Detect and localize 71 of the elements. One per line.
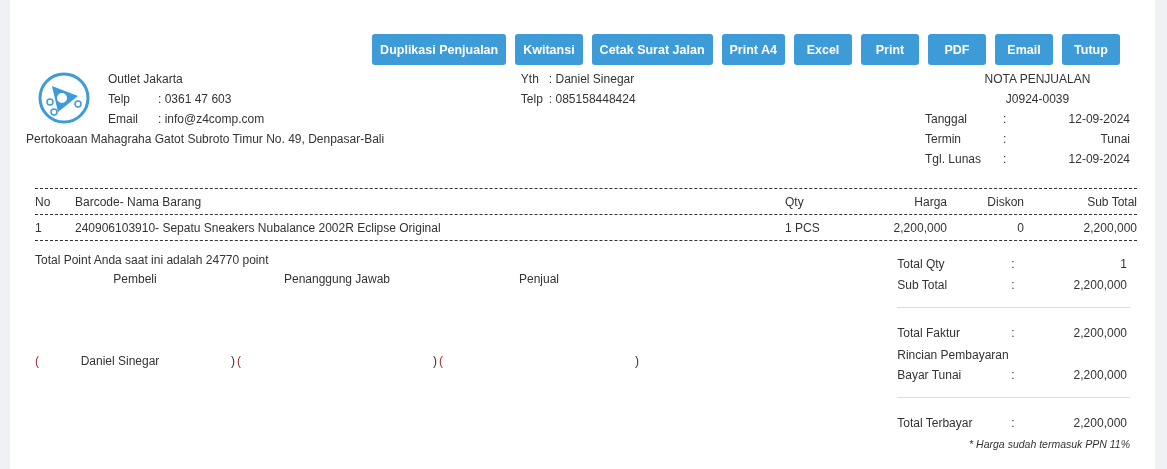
- table-cell-text: 2,200,000: [1082, 220, 1137, 235]
- summary-value: 2,200,000: [1072, 415, 1127, 430]
- separator: :: [1011, 367, 1016, 382]
- logo-icon: [38, 72, 90, 124]
- parenthesis: (: [35, 354, 39, 368]
- tax-note: * Harga sudah termasuk PPN 11%: [968, 438, 1130, 450]
- field-value: : info@z4comp.com: [158, 112, 265, 126]
- separator: :: [1011, 277, 1016, 292]
- field-label: Tgl. Lunas: [924, 152, 982, 166]
- separator: :: [1011, 325, 1016, 340]
- field-label: Telp: [520, 92, 544, 106]
- parenthesis: ): [231, 354, 235, 368]
- action-button[interactable]: Print: [861, 34, 919, 65]
- action-button[interactable]: Excel: [794, 34, 852, 65]
- separator: :: [1002, 132, 1008, 146]
- action-button[interactable]: Cetak Surat Jalan: [591, 34, 713, 65]
- field-label: Yth: [520, 72, 540, 86]
- signature-label: Pembeli: [112, 272, 158, 288]
- column-header: Barcode- Nama Barang: [75, 194, 203, 209]
- separator: :: [1002, 152, 1008, 166]
- column-header: Qty: [785, 194, 805, 209]
- field-value: : 085158448424: [548, 92, 636, 106]
- summary-value: 2,200,000: [1072, 367, 1127, 382]
- signature-label: Penanggung Jawab: [282, 272, 392, 288]
- action-button[interactable]: Duplikasi Penjualan: [372, 34, 507, 65]
- parenthesis: ): [635, 354, 639, 368]
- column-header: Sub Total: [1086, 194, 1137, 209]
- points-text: Total Point Anda saat ini adalah 24770 point: [35, 253, 270, 267]
- table-cell-text: 2,200,000: [892, 220, 947, 235]
- field-value: : 0361 47 603: [158, 92, 232, 106]
- separator: :: [1011, 256, 1016, 271]
- action-button[interactable]: Print A4: [721, 34, 785, 65]
- table-cell-text: 240906103910- Sepatu Sneakers Nubalance 2002R Eclipse Original: [75, 220, 442, 235]
- field-label: Termin: [924, 132, 962, 146]
- column-header: No: [35, 194, 52, 209]
- table-cell-text: 1: [35, 220, 43, 235]
- summary-label: Total Terbayar: [897, 415, 974, 430]
- summary-value: 2,200,000: [1072, 325, 1127, 340]
- signer-name: Daniel Sinegar: [79, 354, 161, 368]
- action-button[interactable]: Email: [995, 34, 1053, 65]
- summary-heading: Rincian Pembayaran: [897, 347, 1010, 364]
- field-value: 12-09-2024: [1067, 112, 1130, 126]
- summary-label: Total Qty: [897, 256, 946, 271]
- field-value: 12-09-2024: [1067, 152, 1130, 166]
- field-label: Email: [108, 112, 139, 126]
- field-value: : Daniel Sinegar: [548, 72, 635, 86]
- outlet-name: Outlet Jakarta: [108, 72, 184, 86]
- action-button[interactable]: Tutup: [1062, 34, 1120, 65]
- field-label: Tanggal: [924, 112, 968, 126]
- signature-label: Penjual: [518, 272, 560, 288]
- summary-value: 1: [1119, 256, 1127, 271]
- column-header: Diskon: [986, 194, 1024, 209]
- summary-label: Total Faktur: [897, 325, 961, 340]
- column-header: Harga: [913, 194, 947, 209]
- parenthesis: ): [433, 354, 437, 368]
- separator: :: [1011, 415, 1016, 430]
- separator: :: [1002, 112, 1008, 126]
- nota-title: NOTA PENJUALAN: [983, 72, 1092, 86]
- action-button[interactable]: Kwitansi: [515, 34, 583, 65]
- parenthesis: (: [237, 354, 241, 368]
- parenthesis: (: [439, 354, 443, 368]
- summary-label: Sub Total: [897, 277, 949, 292]
- nota-number: J0924-0039: [1004, 92, 1071, 106]
- summary-value: 2,200,000: [1072, 277, 1127, 292]
- field-value: Tunai: [1099, 132, 1130, 146]
- summary-label: Bayar Tunai: [897, 367, 963, 382]
- action-button[interactable]: PDF: [928, 34, 986, 65]
- table-cell-text: 0: [1016, 220, 1024, 235]
- table-cell-text: 1 PCS: [785, 220, 821, 235]
- outlet-address: Pertokoaan Mahagraha Gatot Subroto Timur No. 49, Denpasar-Bali: [26, 132, 386, 146]
- field-label: Telp: [108, 92, 131, 106]
